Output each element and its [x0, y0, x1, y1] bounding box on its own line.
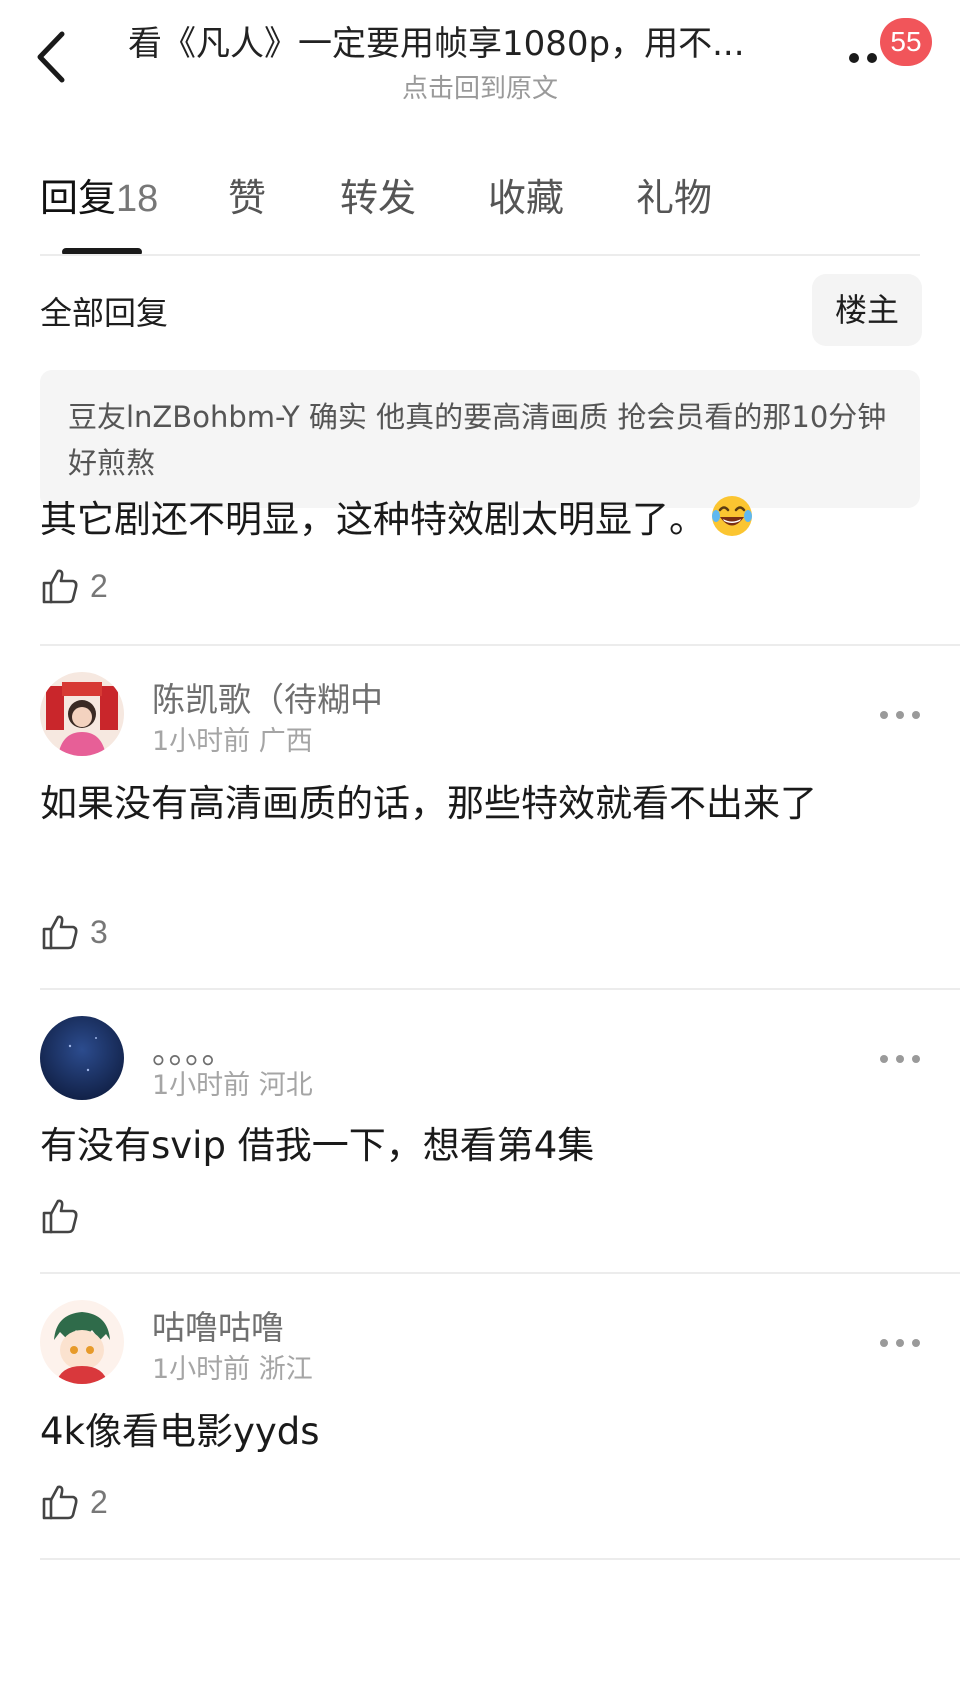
comment-location: 浙江	[258, 1354, 313, 1385]
notification-badge[interactable]: 55	[880, 18, 932, 66]
op-only-button[interactable]: 楼主	[812, 274, 922, 346]
comment-more-icon[interactable]	[878, 708, 922, 722]
comment-more-icon[interactable]	[878, 1052, 922, 1066]
comment-username[interactable]: 咕噜咕噜	[152, 1306, 284, 1350]
tab-gifts[interactable]: 礼物	[636, 170, 712, 226]
op-reply-like-button[interactable]: 2	[40, 564, 108, 608]
laughing-tears-emoji-icon	[712, 496, 752, 536]
post-title[interactable]: 看《凡人》一定要用帧享1080p，用不...	[128, 20, 848, 68]
op-reply-content: 其它剧还不明显，这种特效剧太明显了。	[40, 498, 706, 541]
back-to-post-link[interactable]: 点击回到原文	[0, 68, 960, 105]
comment-text: 如果没有高清画质的话，那些特效就看不出来了	[40, 782, 817, 825]
comment-divider	[40, 988, 960, 990]
comment-location: 河北	[258, 1070, 313, 1101]
like-count: 3	[90, 913, 108, 950]
comment-divider	[40, 1558, 960, 1560]
comment-text: 4k像看电影yyds	[40, 1410, 320, 1453]
quoted-reply-text: 豆友lnZBohbm-Y 确实 他真的要高清画质 抢会员看的那10分钟好煎熬	[68, 400, 887, 480]
tab-likes[interactable]: 赞	[228, 170, 266, 226]
tabs-divider	[40, 254, 920, 256]
thumbs-up-icon	[42, 915, 78, 950]
comment-username[interactable]: 陈凯歌（待糊中	[152, 678, 383, 722]
comment-time: 1小时前	[152, 1354, 251, 1385]
comment-time: 1小时前	[152, 1070, 251, 1101]
avatar[interactable]	[40, 1300, 124, 1384]
avatar[interactable]	[40, 1016, 124, 1100]
op-reply-text: 其它剧还不明显，这种特效剧太明显了。	[40, 486, 920, 554]
comment-meta: 1小时前 河北	[152, 1068, 313, 1104]
comment-like-button[interactable]: 2	[40, 1480, 108, 1524]
tab-replies-label: 回复	[40, 176, 117, 220]
thumbs-up-icon	[42, 569, 78, 604]
comment-meta: 1小时前 广西	[152, 724, 313, 760]
user-avatar-image	[40, 1016, 124, 1100]
comment-location: 广西	[258, 726, 313, 757]
comment-divider	[40, 1272, 960, 1274]
comment-meta: 1小时前 浙江	[152, 1352, 313, 1388]
like-count: 2	[90, 567, 108, 604]
like-count: 2	[90, 1483, 108, 1520]
tab-replies-count: 18	[116, 178, 159, 220]
thumbs-up-icon	[42, 1485, 78, 1520]
user-avatar-image	[40, 1300, 124, 1384]
comment-divider	[40, 644, 960, 646]
comment-more-icon[interactable]	[878, 1336, 922, 1350]
user-avatar-image	[40, 672, 124, 756]
comment-like-button[interactable]	[40, 1194, 90, 1238]
all-replies-filter[interactable]: 全部回复	[40, 288, 168, 338]
tab-replies[interactable]: 回复18	[40, 170, 158, 227]
comment-like-button[interactable]: 3	[40, 910, 108, 954]
comment-text: 有没有svip 借我一下，想看第4集	[40, 1124, 595, 1167]
tab-reposts[interactable]: 转发	[340, 170, 416, 226]
thumbs-up-icon	[42, 1199, 78, 1234]
top-bar: 看《凡人》一定要用帧享1080p，用不... 点击回到原文 55	[0, 0, 960, 120]
tab-favorites[interactable]: 收藏	[488, 170, 564, 226]
avatar[interactable]	[40, 672, 124, 756]
comment-time: 1小时前	[152, 726, 251, 757]
